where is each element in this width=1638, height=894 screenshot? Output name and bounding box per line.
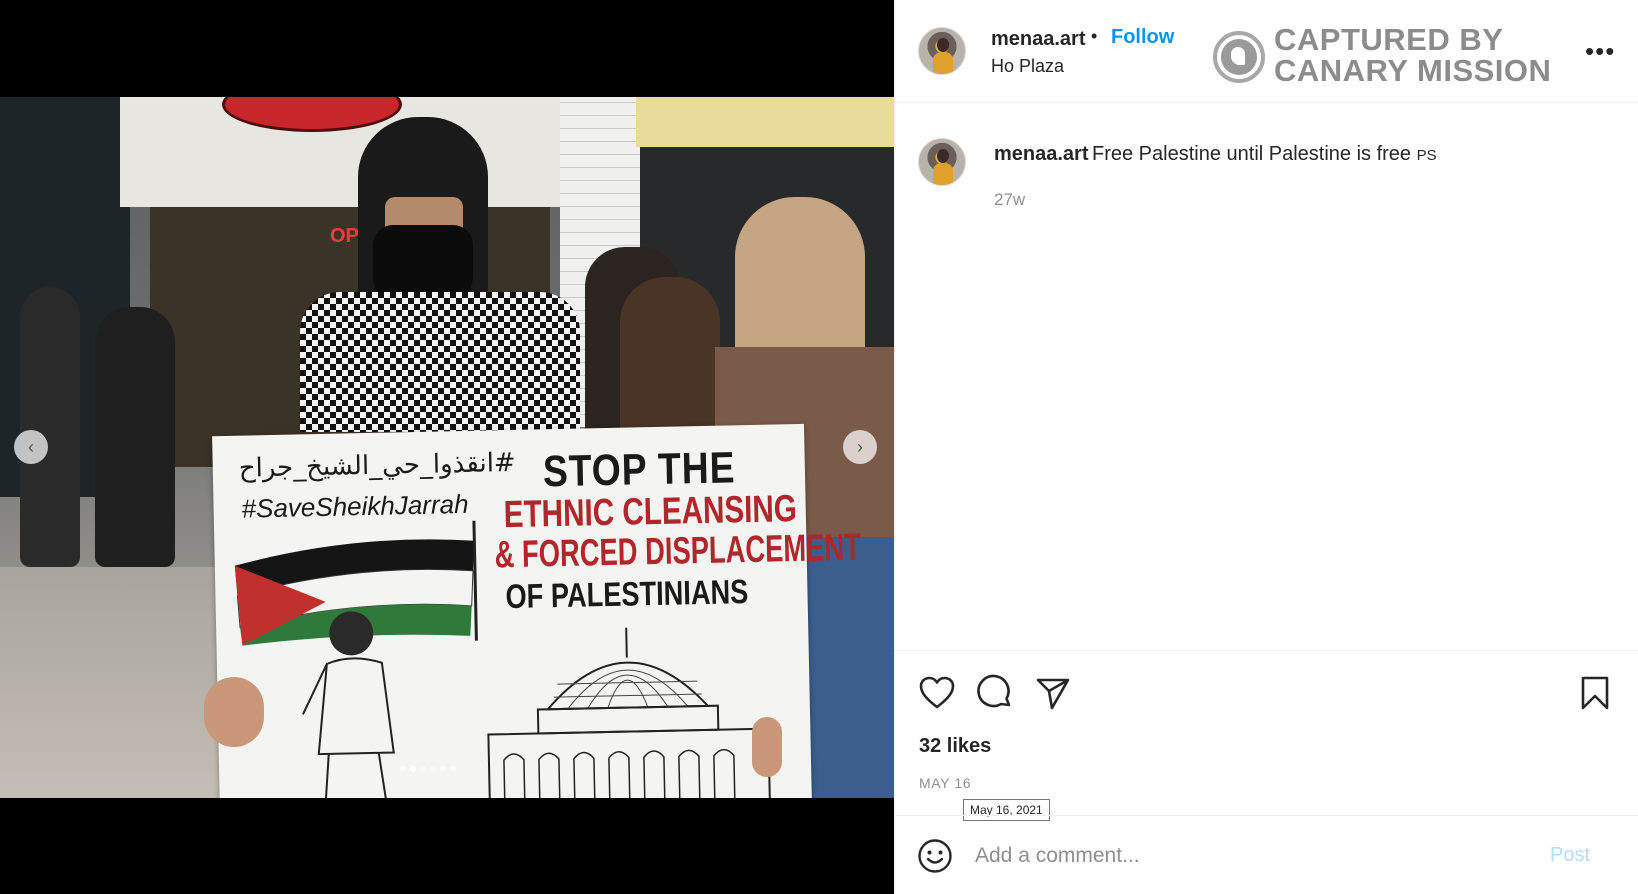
username-link[interactable]: menaa.art — [991, 28, 1086, 51]
chevron-left-icon: ‹ — [28, 436, 34, 457]
carousel-indicator — [400, 766, 456, 772]
caption-timestamp[interactable]: 27w — [994, 190, 1025, 210]
dome-of-the-rock-drawing — [487, 627, 771, 798]
like-button[interactable] — [917, 673, 957, 713]
comment-input[interactable] — [975, 838, 1535, 874]
post-side-panel: menaa.art • Follow Ho Plaza CAPTURED BY … — [894, 0, 1638, 894]
protester-hand — [204, 677, 264, 747]
post-photo[interactable]: OPE #انقذوا_حي_الشيخ_جراح #SaveSheikhJar… — [0, 97, 894, 798]
share-button[interactable] — [1033, 673, 1073, 713]
carousel-dot — [420, 766, 426, 772]
caption-username-link[interactable]: menaa.art — [994, 143, 1089, 166]
carousel-prev-button[interactable]: ‹ — [14, 430, 48, 464]
avatar[interactable] — [918, 138, 966, 186]
carousel-next-button[interactable]: › — [843, 430, 877, 464]
carousel-dot — [440, 766, 446, 772]
ellipsis-icon: ••• — [1585, 36, 1616, 66]
post-comment-button[interactable]: Post — [1550, 844, 1590, 867]
comment-icon — [977, 674, 1011, 708]
follow-button[interactable]: Follow — [1111, 26, 1174, 49]
comment-form: Post — [895, 815, 1638, 894]
crowd-person — [20, 287, 80, 567]
paper-plane-icon — [1036, 678, 1070, 710]
protest-placard: #انقذوا_حي_الشيخ_جراح #SaveSheikhJarrah … — [212, 423, 861, 798]
placard-hashtag-arabic: #انقذوا_حي_الشيخ_جراح — [238, 447, 516, 484]
emoji-button[interactable] — [917, 838, 953, 874]
background-building — [636, 97, 894, 147]
post-actions: 32 likes MAY 16 May 16, 2021 — [895, 650, 1638, 830]
watermark-line-2: CANARY MISSION — [1274, 53, 1552, 88]
instagram-post: OPE #انقذوا_حي_الشيخ_جراح #SaveSheikhJar… — [0, 0, 1638, 894]
caption-text: Free Palestine until Palestine is free P… — [1092, 143, 1437, 166]
watermark-line-1: CAPTURED BY — [1274, 22, 1504, 57]
placard-line-4: OF PALESTINIANS — [505, 573, 749, 617]
bird-icon — [1221, 39, 1257, 75]
post-date[interactable]: MAY 16 — [919, 775, 971, 791]
caption-body: Free Palestine until Palestine is free — [1092, 143, 1412, 165]
avatar-figure-head — [937, 38, 949, 52]
protester-hand — [752, 717, 782, 777]
avatar-figure — [933, 52, 953, 74]
chevron-right-icon: › — [857, 436, 863, 457]
carousel-dot-active — [410, 766, 416, 772]
save-button[interactable] — [1575, 673, 1615, 713]
keffiyeh-scarf — [300, 292, 580, 432]
avatar-figure-head — [937, 149, 949, 163]
separator-dot: • — [1091, 26, 1098, 46]
post-header: menaa.art • Follow Ho Plaza CAPTURED BY … — [895, 0, 1638, 103]
smiley-icon — [918, 839, 952, 873]
caption-flag-suffix: PS — [1416, 147, 1437, 164]
more-options-button[interactable]: ••• — [1585, 36, 1615, 67]
carousel-dot — [400, 766, 406, 772]
avatar[interactable] — [918, 27, 966, 75]
avatar-figure — [933, 163, 953, 185]
watermark-text: CAPTURED BY CANARY MISSION — [1274, 24, 1551, 86]
placard-line-3: & FORCED DISPLACEMENT — [494, 526, 862, 577]
bookmark-icon — [1581, 676, 1609, 710]
crowd-person — [95, 307, 175, 567]
location-link[interactable]: Ho Plaza — [991, 56, 1064, 77]
post-media: OPE #انقذوا_حي_الشيخ_جراح #SaveSheikhJar… — [0, 0, 894, 894]
canary-mission-logo — [1213, 31, 1265, 83]
child-figure-drawing — [302, 611, 395, 798]
carousel-dot — [450, 766, 456, 772]
carousel-dot — [430, 766, 436, 772]
comment-button[interactable] — [975, 673, 1015, 713]
likes-count[interactable]: 32 likes — [919, 735, 991, 758]
heart-icon — [919, 676, 955, 709]
